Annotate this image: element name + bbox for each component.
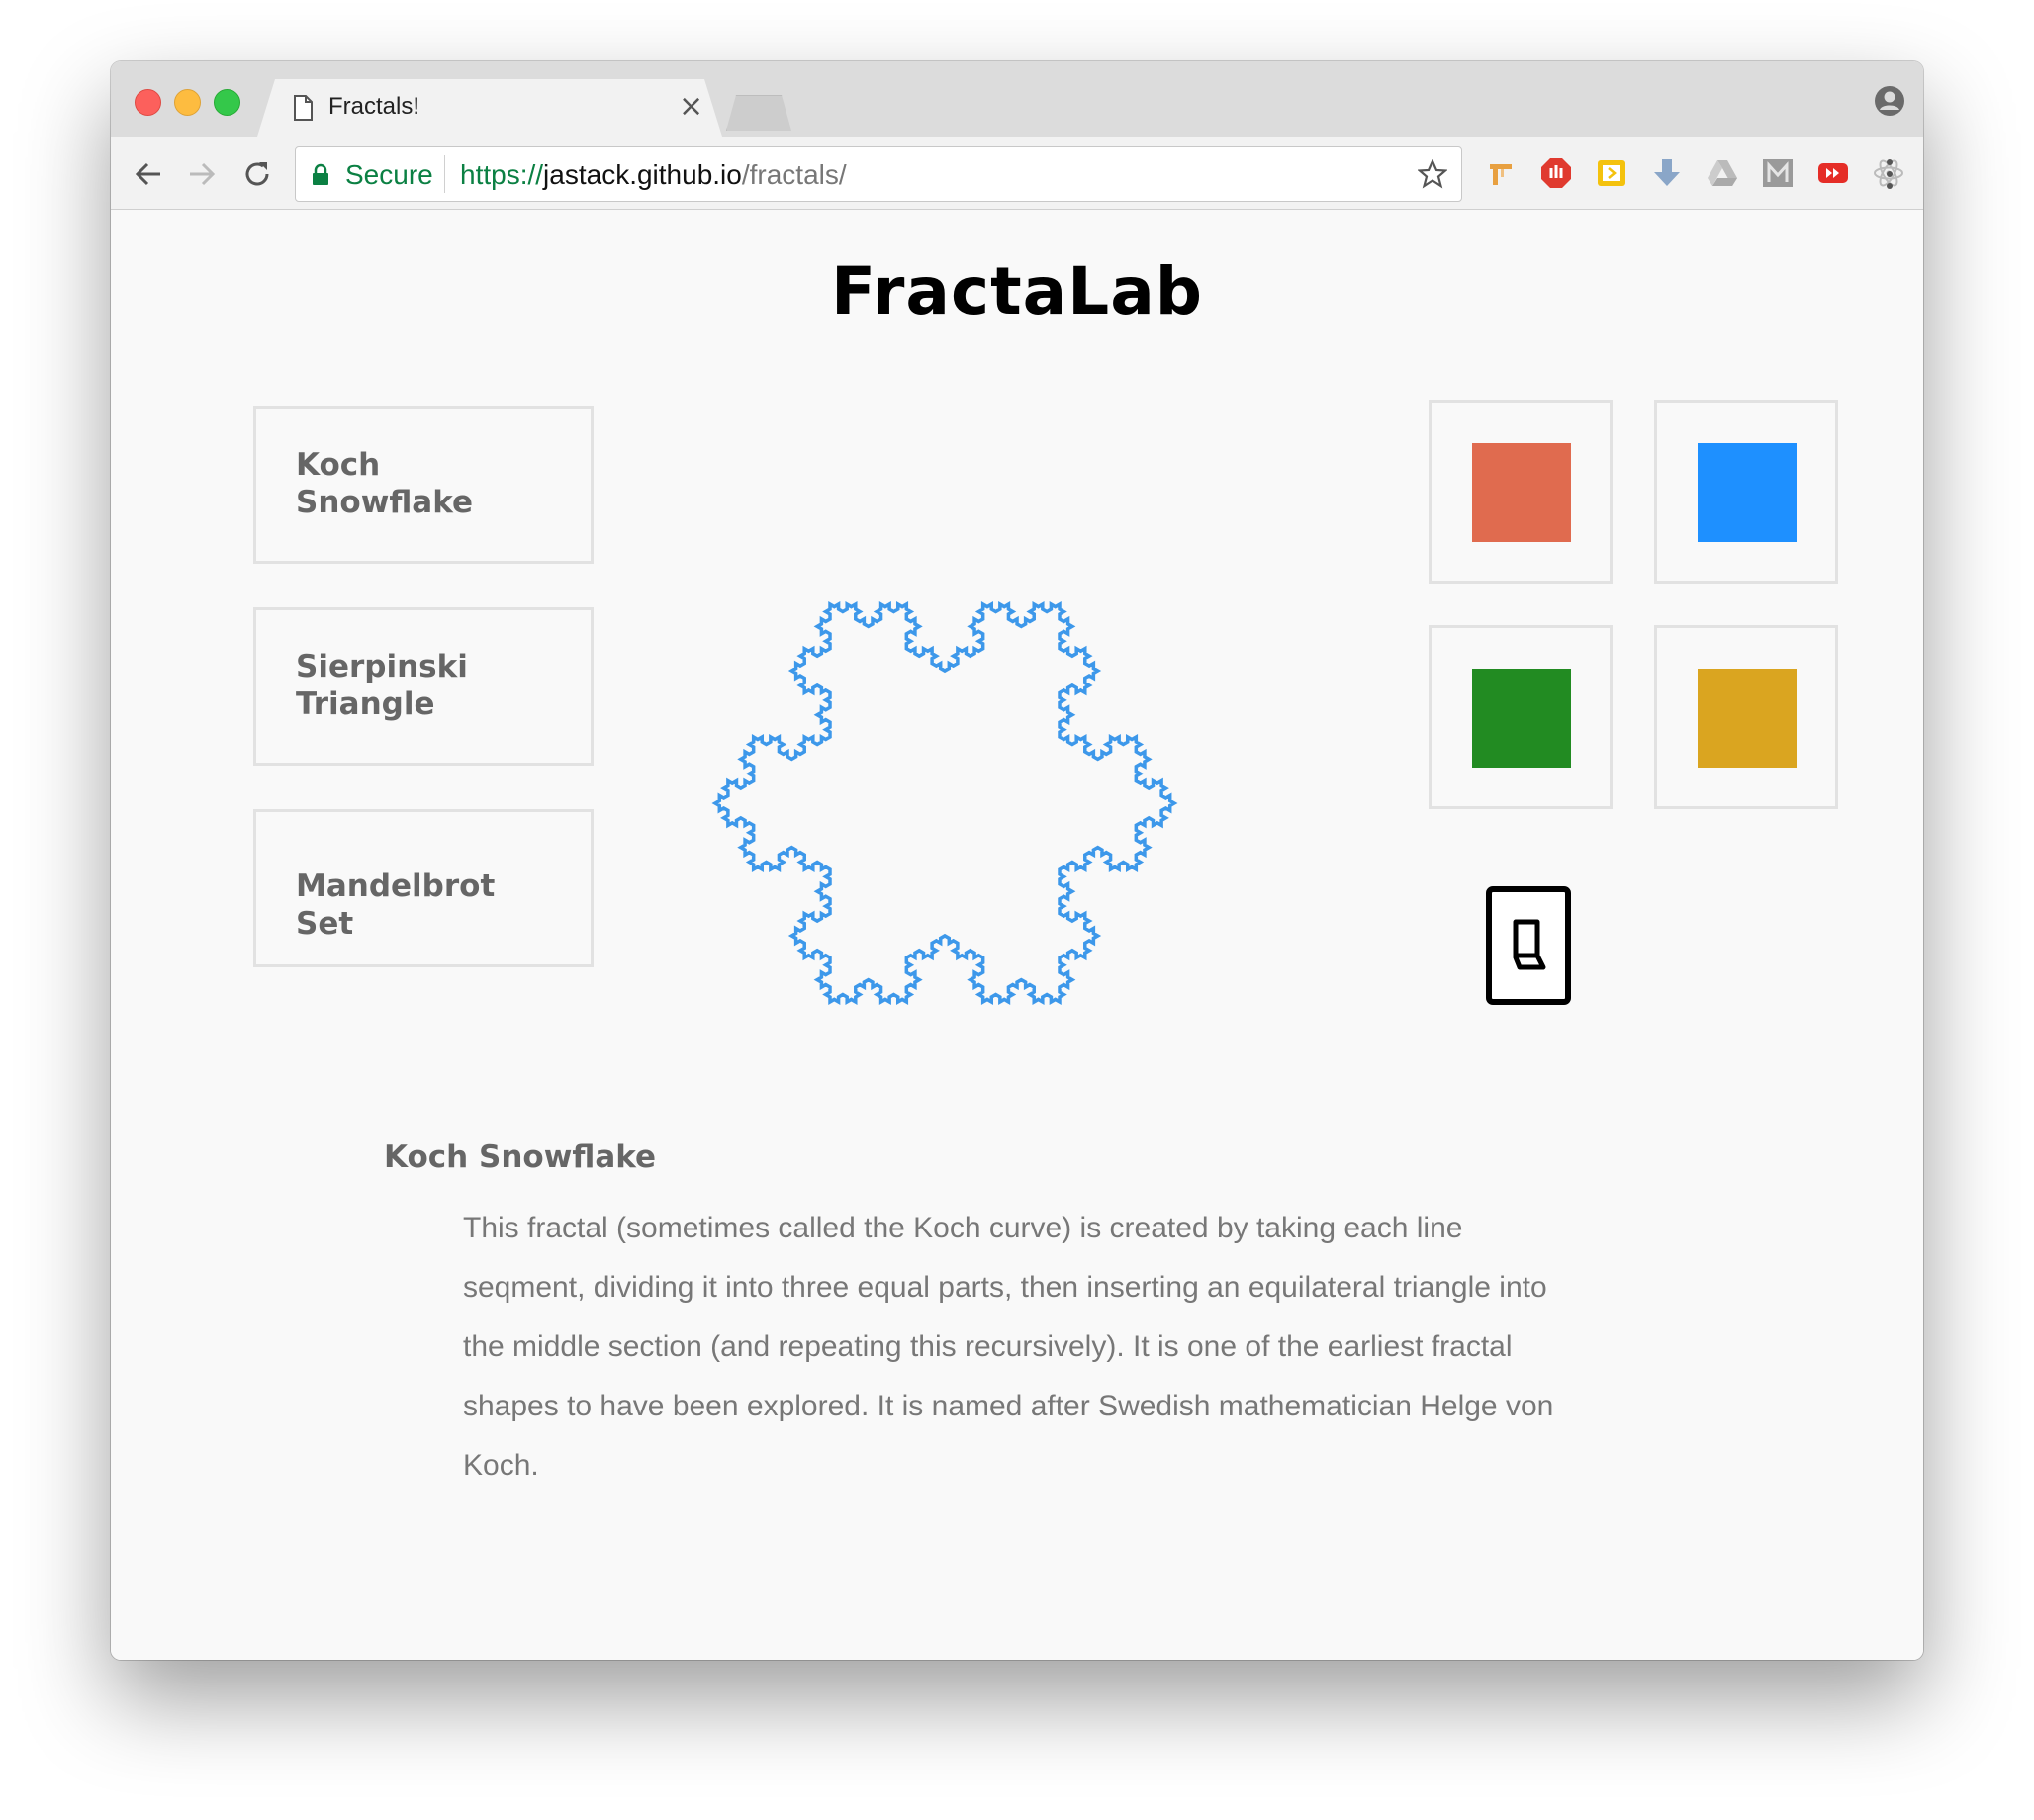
url-host: jastack.github.io (543, 159, 742, 190)
stop-icon[interactable] (1539, 156, 1573, 190)
koch-snowflake-canvas (711, 601, 1178, 1005)
browser-toolbar: Secure https://jastack.github.io/fractal… (111, 136, 1923, 210)
mandelbrot-set-button[interactable]: Mandelbrot Set (253, 809, 594, 967)
menu-icon[interactable] (1886, 154, 1894, 194)
omnibox-divider (444, 155, 445, 193)
description-title: Koch Snowflake (384, 1139, 657, 1175)
browser-window: Fractals! × Secure https://jastack.githu… (111, 61, 1923, 1660)
light-switch-icon[interactable] (1486, 886, 1571, 1005)
swatch-green (1472, 669, 1571, 768)
address-bar[interactable]: Secure https://jastack.github.io/fractal… (295, 146, 1462, 202)
youtube-icon[interactable] (1816, 156, 1850, 190)
button-label-line1: Koch (296, 447, 381, 483)
tab-fractals[interactable]: Fractals! × (257, 79, 722, 136)
reload-icon[interactable] (239, 156, 275, 192)
sierpinski-triangle-button[interactable]: Sierpinski Triangle (253, 607, 594, 766)
secure-label: Secure (345, 159, 433, 190)
color-swatch-gold[interactable] (1654, 625, 1838, 809)
close-window-button[interactable] (135, 89, 161, 116)
button-label-line1: Sierpinski (296, 649, 468, 684)
page-title: FractaLab (831, 253, 1203, 329)
koch-snowflake-button[interactable]: Koch Snowflake (253, 406, 594, 564)
swatch-red (1472, 443, 1571, 542)
marker-icon[interactable] (1484, 156, 1518, 190)
minimize-window-button[interactable] (174, 89, 201, 116)
button-label-line1: Mandelbrot Set (296, 868, 496, 942)
m-icon[interactable] (1761, 156, 1795, 190)
forward-arrow-icon[interactable] (184, 156, 220, 192)
koch-snowflake-path (711, 601, 1178, 1005)
description-text: This fractal (sometimes called the Koch … (463, 1212, 1554, 1482)
color-swatch-green[interactable] (1429, 625, 1613, 809)
download-icon[interactable] (1650, 156, 1684, 190)
swatch-gold (1698, 669, 1797, 768)
tab-strip: Fractals! × (111, 61, 1923, 136)
url-scheme: https:// (460, 159, 544, 190)
back-arrow-icon[interactable] (131, 156, 166, 192)
maximize-window-button[interactable] (214, 89, 240, 116)
profile-icon[interactable] (1874, 85, 1905, 117)
color-swatch-red[interactable] (1429, 400, 1613, 584)
page-icon (294, 95, 313, 121)
lock-icon (313, 163, 328, 185)
drive-icon[interactable] (1706, 156, 1739, 190)
url-text: https://jastack.github.io/fractals/ (460, 159, 847, 191)
tab-title: Fractals! (328, 93, 420, 120)
bookmark-star-icon[interactable] (1418, 159, 1447, 189)
button-label-line2: Snowflake (296, 485, 474, 520)
new-tab-button[interactable] (726, 95, 791, 131)
swatch-blue (1698, 443, 1797, 542)
slides-icon[interactable] (1595, 156, 1628, 190)
url-path: /fractals/ (741, 159, 847, 190)
color-swatch-blue[interactable] (1654, 400, 1838, 584)
close-tab-icon[interactable]: × (679, 89, 703, 124)
button-label-line2: Triangle (296, 686, 435, 722)
page-content: FractaLab Koch Snowflake Sierpinski Tria… (111, 210, 1923, 1660)
